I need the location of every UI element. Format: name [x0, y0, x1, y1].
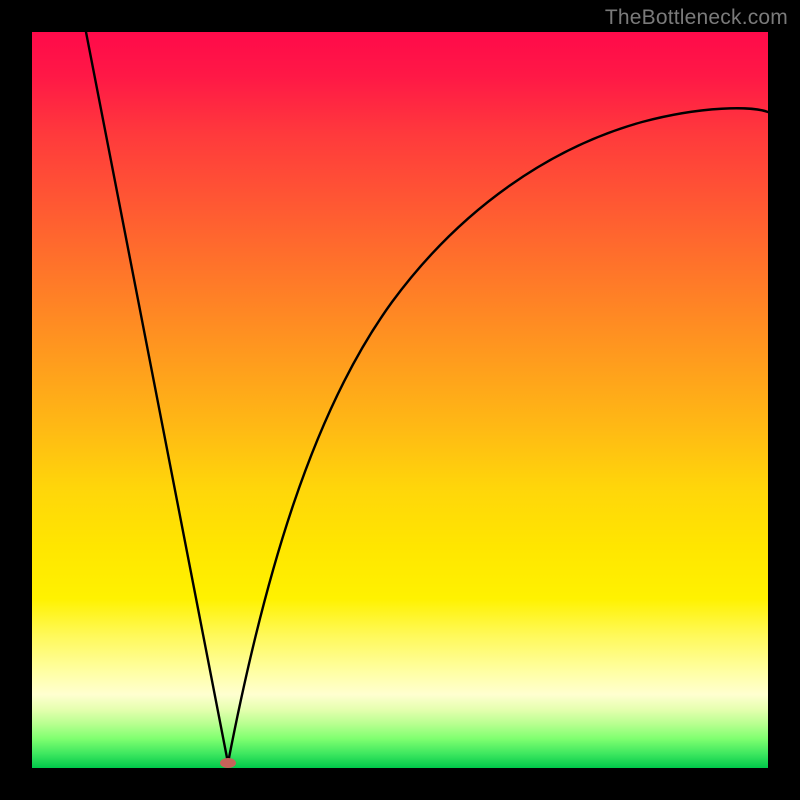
chart-plot-area — [32, 32, 768, 768]
chart-frame: TheBottleneck.com — [0, 0, 800, 800]
curve-right-branch — [228, 108, 768, 763]
curve-left-branch — [86, 32, 228, 763]
watermark-text: TheBottleneck.com — [605, 6, 788, 30]
minimum-marker — [220, 758, 236, 768]
chart-svg — [32, 32, 768, 768]
